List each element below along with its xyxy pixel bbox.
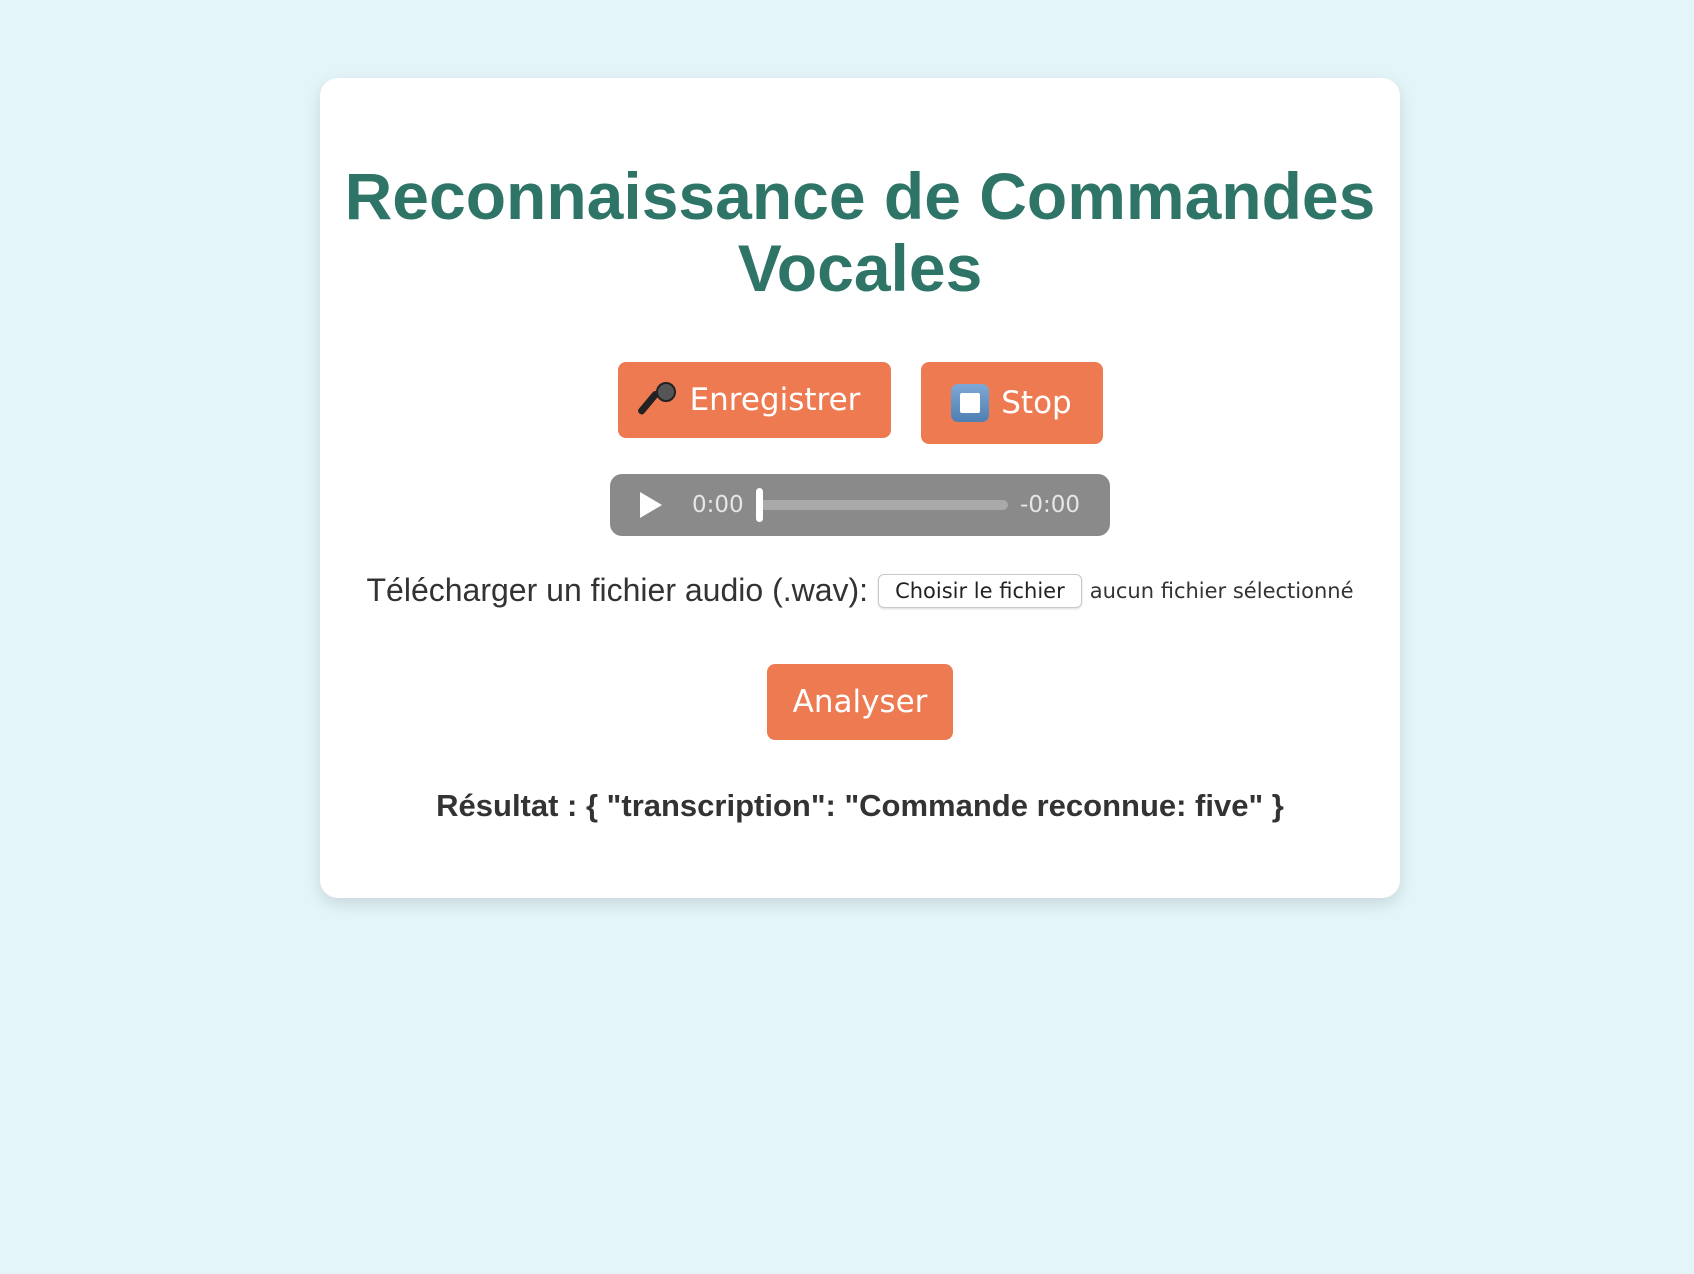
audio-player: 0:00 -0:00 — [610, 474, 1110, 536]
page-title: Reconnaissance de Commandes Vocales — [344, 159, 1376, 305]
progress-handle[interactable] — [755, 488, 763, 522]
remaining-time: -0:00 — [1020, 492, 1080, 518]
record-button-label: Enregistrer — [689, 382, 861, 418]
audio-progress-bar[interactable] — [755, 488, 1009, 522]
upload-label: Télécharger un fichier audio (.wav): — [366, 572, 869, 608]
analyze-button[interactable]: Analyser — [767, 664, 953, 740]
stop-button[interactable]: Stop — [920, 362, 1103, 444]
stop-button-icon — [951, 384, 990, 422]
main-card: Reconnaissance de Commandes Vocales Enre… — [320, 78, 1400, 898]
upload-row: Télécharger un fichier audio (.wav): Cho… — [320, 572, 1400, 609]
stop-button-label: Stop — [1001, 385, 1072, 421]
current-time: 0:00 — [692, 492, 744, 518]
record-button[interactable]: Enregistrer — [617, 362, 891, 438]
result-text: Résultat : { "transcription": "Commande … — [436, 788, 1284, 823]
file-status: aucun fichier sélectionné — [1089, 578, 1354, 603]
choose-file-button[interactable]: Choisir le fichier — [878, 573, 1082, 608]
analyze-wrap: Analyser — [320, 664, 1400, 740]
record-controls: Enregistrer Stop — [320, 362, 1400, 444]
play-icon[interactable] — [640, 492, 662, 518]
microphone-icon — [636, 382, 678, 418]
